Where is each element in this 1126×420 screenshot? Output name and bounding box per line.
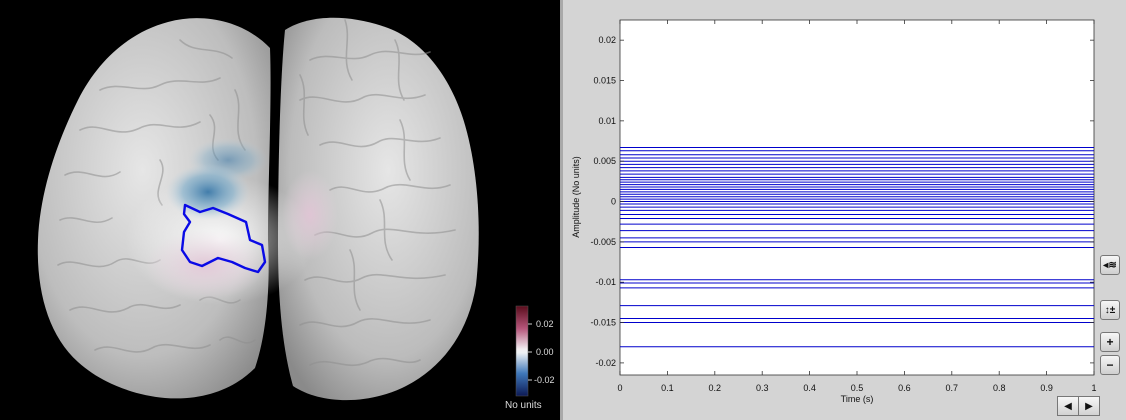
brain-surface[interactable] — [0, 0, 560, 420]
time-series-chart[interactable]: 0.02 0.015 0.01 0.005 0 -0.005 -0.01 -0.015 -0.0… — [563, 0, 1126, 420]
colorbar-tick-label: 0.02 — [536, 319, 554, 329]
x-tick-label: 1 — [1091, 383, 1096, 393]
x-tick-label: 0.1 — [661, 383, 674, 393]
colorbar-tick-label: -0.02 — [534, 375, 555, 385]
scale-icon: ↕± — [1104, 304, 1116, 316]
colorbar — [515, 305, 529, 397]
y-tick-label: -0.02 — [595, 358, 616, 368]
x-axis-label: Time (s) — [841, 394, 874, 404]
montage-icon: ◂≋ — [1103, 259, 1117, 271]
x-tick-label: 0.7 — [946, 383, 959, 393]
x-tick-label: 0.4 — [803, 383, 816, 393]
y-tick-label: 0.01 — [598, 116, 616, 126]
scroll-right-button[interactable]: ▶ — [1078, 396, 1100, 416]
time-series-panel: 0.02 0.015 0.01 0.005 0 -0.005 -0.01 -0.015 -0.0… — [563, 0, 1126, 420]
y-tick-label: -0.005 — [590, 237, 616, 247]
y-axis-label: Amplitude (No units) — [571, 156, 581, 238]
plot-area — [619, 19, 1095, 376]
x-tick-label: 0.6 — [898, 383, 911, 393]
y-tick-label: 0 — [611, 197, 616, 207]
amplitude-scale-button[interactable]: ↕± — [1100, 300, 1120, 320]
brain-3d-view[interactable]: 0.02 0.00 -0.02 No units — [0, 0, 560, 420]
minus-icon: − — [1106, 358, 1114, 372]
x-tick-label: 0.5 — [851, 383, 864, 393]
arrow-right-icon: ▶ — [1085, 400, 1093, 412]
y-tick-label: 0.02 — [598, 35, 616, 45]
zoom-out-button[interactable]: − — [1100, 355, 1120, 375]
zoom-in-button[interactable]: + — [1100, 332, 1120, 352]
x-tick-label: 0 — [617, 383, 622, 393]
plus-icon: + — [1106, 335, 1114, 349]
y-tick-label: -0.015 — [590, 318, 616, 328]
colorbar-unit-label: No units — [505, 400, 542, 411]
arrow-left-icon: ◀ — [1064, 400, 1072, 412]
y-tick-label: 0.015 — [593, 76, 616, 86]
colorbar-tick-label: 0.00 — [536, 347, 554, 357]
x-tick-label: 0.8 — [993, 383, 1006, 393]
montage-button[interactable]: ◂≋ — [1100, 255, 1120, 275]
y-tick-label: 0.005 — [593, 156, 616, 166]
x-tick-label: 0.2 — [709, 383, 722, 393]
y-tick-label: -0.01 — [595, 277, 616, 287]
scroll-left-button[interactable]: ◀ — [1057, 396, 1079, 416]
x-tick-label: 0.9 — [1040, 383, 1053, 393]
x-tick-label: 0.3 — [756, 383, 769, 393]
